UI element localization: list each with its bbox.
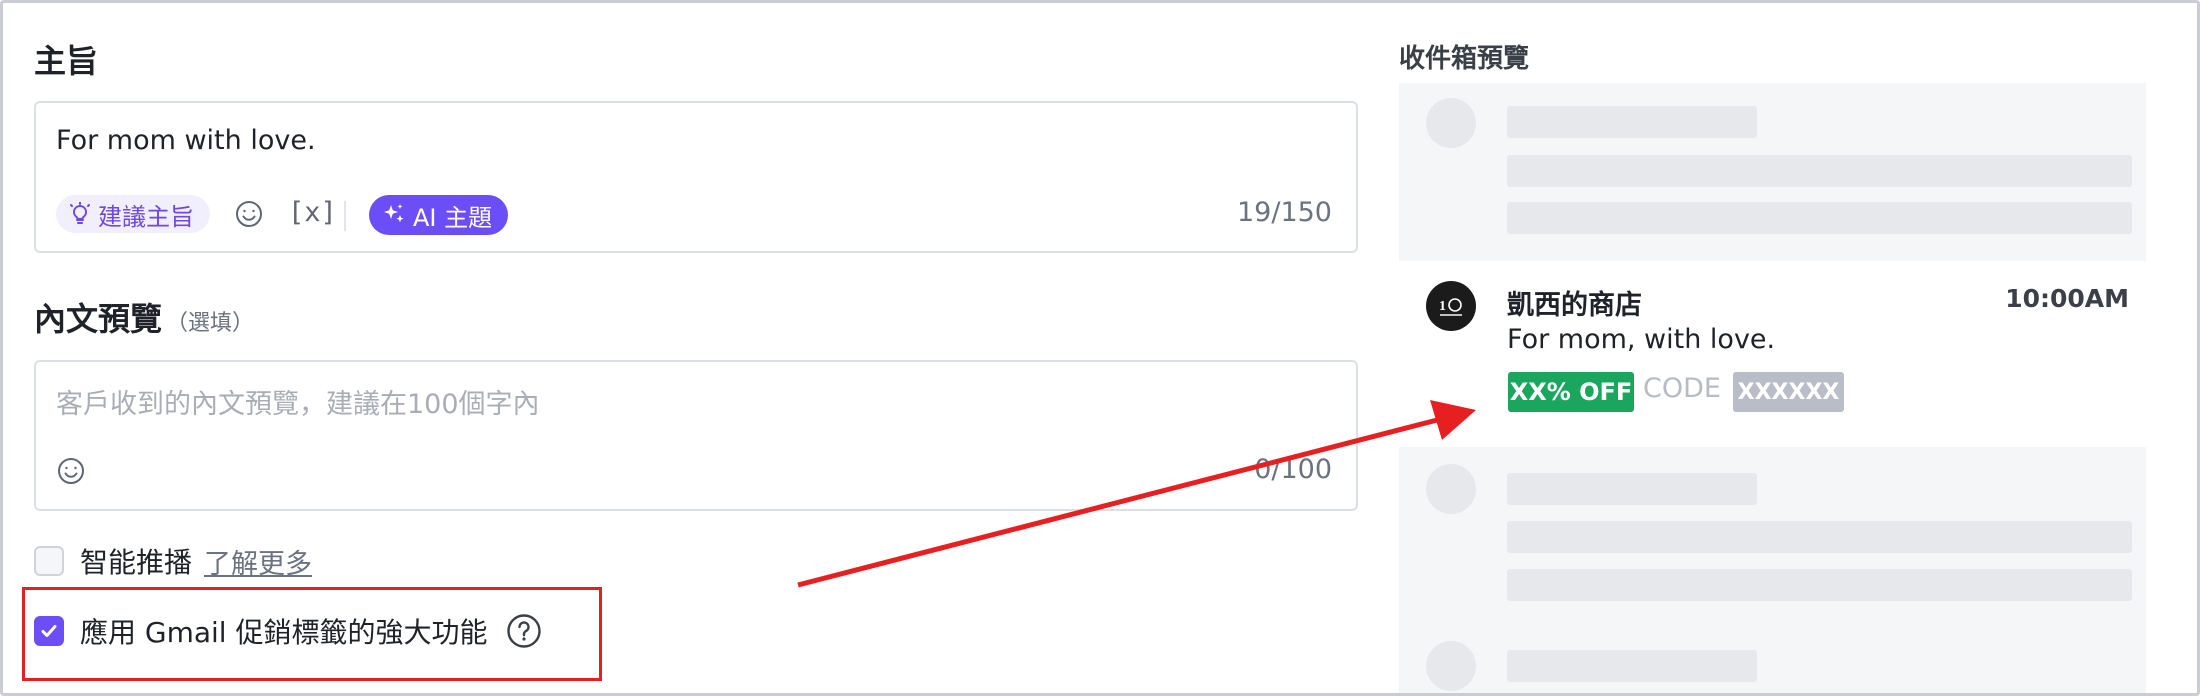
annotation-arrow <box>797 400 1476 588</box>
